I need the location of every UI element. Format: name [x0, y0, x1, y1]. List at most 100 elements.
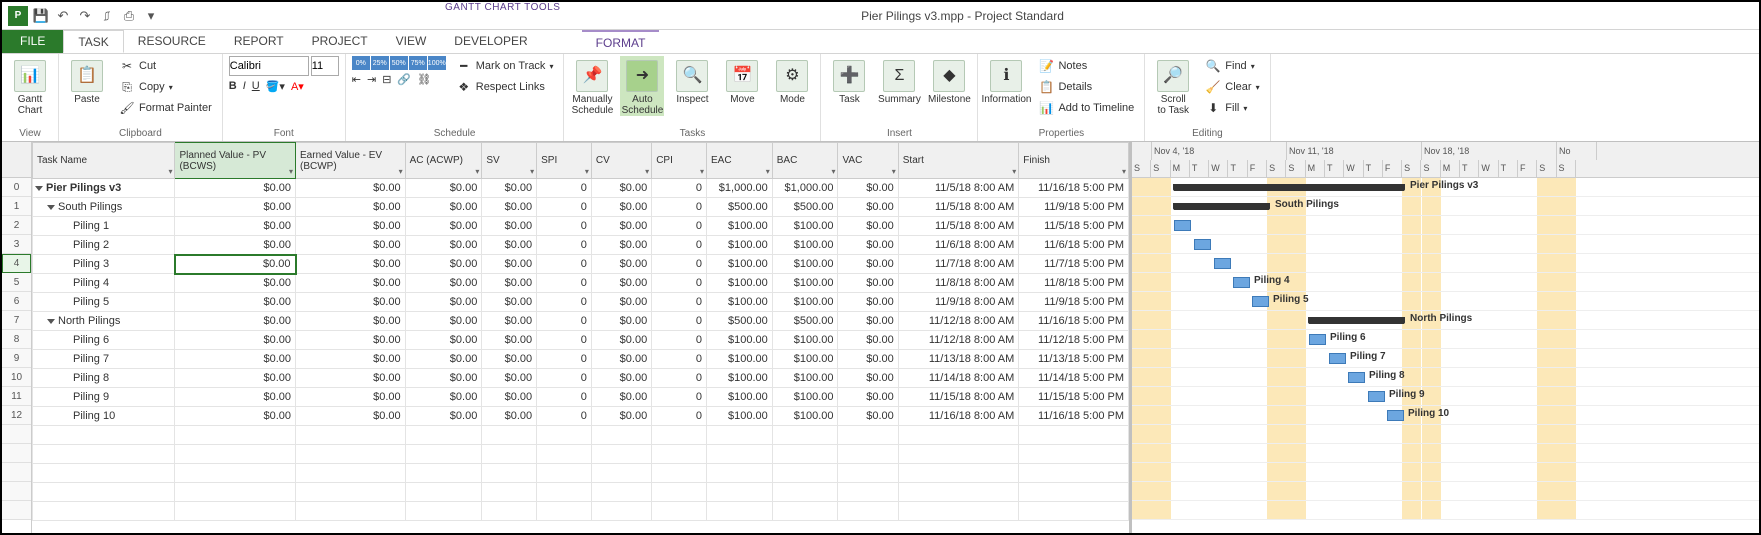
- cell-cpi[interactable]: 0: [652, 369, 707, 388]
- column-header-ev[interactable]: Earned Value - EV (BCWP)▾: [296, 143, 406, 179]
- cell-vac[interactable]: $0.00: [838, 217, 898, 236]
- notes-button[interactable]: 📝Notes: [1034, 56, 1138, 76]
- fill-button[interactable]: ⬇Fill▾: [1201, 98, 1263, 118]
- table-row[interactable]: Pier Pilings v3$0.00$0.00$0.00$0.000$0.0…: [33, 179, 1129, 198]
- cell-acwp[interactable]: $0.00: [405, 217, 482, 236]
- row-number[interactable]: 2: [2, 216, 31, 235]
- cell-name[interactable]: Piling 3: [33, 255, 175, 274]
- cell-acwp[interactable]: $0.00: [405, 407, 482, 426]
- task-bar[interactable]: [1233, 277, 1250, 288]
- gantt-row[interactable]: Piling 6: [1132, 330, 1759, 349]
- cell-bac[interactable]: $500.00: [772, 198, 838, 217]
- gantt-row[interactable]: [1132, 216, 1759, 235]
- cell-bac[interactable]: $100.00: [772, 236, 838, 255]
- cell-cv[interactable]: $0.00: [591, 312, 651, 331]
- cell-ev[interactable]: $0.00: [296, 255, 406, 274]
- task-bar[interactable]: [1309, 334, 1326, 345]
- scroll-to-task-button[interactable]: 🔎Scroll to Task: [1151, 56, 1195, 116]
- cell-eac[interactable]: $100.00: [706, 331, 772, 350]
- italic-button[interactable]: I: [243, 80, 246, 93]
- save-icon[interactable]: 💾: [32, 7, 50, 25]
- cell-eac[interactable]: $1,000.00: [706, 179, 772, 198]
- cell-pv[interactable]: $0.00: [175, 388, 296, 407]
- bold-button[interactable]: B: [229, 80, 237, 93]
- cell-name[interactable]: Piling 8: [33, 369, 175, 388]
- task-bar[interactable]: [1387, 410, 1404, 421]
- cell-start[interactable]: 11/15/18 8:00 AM: [898, 388, 1019, 407]
- cell-spi[interactable]: 0: [537, 179, 592, 198]
- gantt-row[interactable]: [1132, 254, 1759, 273]
- cell-start[interactable]: 11/16/18 8:00 AM: [898, 407, 1019, 426]
- cell-sv[interactable]: $0.00: [482, 255, 537, 274]
- cell-name[interactable]: Piling 10: [33, 407, 175, 426]
- row-number[interactable]: 11: [2, 387, 31, 406]
- column-header-pv[interactable]: Planned Value - PV (BCWS)▾: [175, 143, 296, 179]
- insert-milestone-button[interactable]: ◆Milestone: [927, 56, 971, 105]
- tab-project[interactable]: PROJECT: [298, 30, 382, 53]
- cell-spi[interactable]: 0: [537, 407, 592, 426]
- cell-cv[interactable]: $0.00: [591, 388, 651, 407]
- underline-button[interactable]: U: [252, 80, 260, 93]
- tab-developer[interactable]: DEVELOPER: [440, 30, 541, 53]
- cell-pv[interactable]: $0.00: [175, 236, 296, 255]
- task-bar[interactable]: [1252, 296, 1269, 307]
- summary-bar[interactable]: [1309, 317, 1404, 324]
- redo-icon[interactable]: ↷: [76, 7, 94, 25]
- column-header-eac[interactable]: EAC▾: [706, 143, 772, 179]
- cell-pv[interactable]: $0.00: [175, 217, 296, 236]
- cell-spi[interactable]: 0: [537, 350, 592, 369]
- gantt-row[interactable]: Piling 4: [1132, 273, 1759, 292]
- column-header-finish[interactable]: Finish▾: [1019, 143, 1129, 179]
- cell-eac[interactable]: $500.00: [706, 312, 772, 331]
- cell-bac[interactable]: $100.00: [772, 350, 838, 369]
- table-row[interactable]: Piling 9$0.00$0.00$0.00$0.000$0.000$100.…: [33, 388, 1129, 407]
- cell-vac[interactable]: $0.00: [838, 293, 898, 312]
- gantt-row[interactable]: Piling 9: [1132, 387, 1759, 406]
- column-header-name[interactable]: Task Name▾: [33, 143, 175, 179]
- cell-bac[interactable]: $100.00: [772, 388, 838, 407]
- cell-bac[interactable]: $100.00: [772, 369, 838, 388]
- cell-ev[interactable]: $0.00: [296, 198, 406, 217]
- cell-finish[interactable]: 11/16/18 5:00 PM: [1019, 179, 1129, 198]
- table-row[interactable]: Piling 6$0.00$0.00$0.00$0.000$0.000$100.…: [33, 331, 1129, 350]
- cell-sv[interactable]: $0.00: [482, 293, 537, 312]
- cell-finish[interactable]: 11/16/18 5:00 PM: [1019, 312, 1129, 331]
- cell-ev[interactable]: $0.00: [296, 293, 406, 312]
- tab-resource[interactable]: RESOURCE: [124, 30, 220, 53]
- information-button[interactable]: ℹInformation: [984, 56, 1028, 105]
- cell-start[interactable]: 11/5/18 8:00 AM: [898, 217, 1019, 236]
- cell-cpi[interactable]: 0: [652, 255, 707, 274]
- table-row[interactable]: Piling 3$0.00$0.00$0.00$0.000$0.000$100.…: [33, 255, 1129, 274]
- cell-cpi[interactable]: 0: [652, 293, 707, 312]
- gantt-row[interactable]: Piling 10: [1132, 406, 1759, 425]
- cell-start[interactable]: 11/12/18 8:00 AM: [898, 331, 1019, 350]
- cell-cv[interactable]: $0.00: [591, 198, 651, 217]
- spark-icon[interactable]: ⎎: [98, 7, 116, 25]
- cell-sv[interactable]: $0.00: [482, 331, 537, 350]
- tab-view[interactable]: VIEW: [382, 30, 441, 53]
- summary-bar[interactable]: [1174, 184, 1404, 191]
- task-bar[interactable]: [1348, 372, 1365, 383]
- cell-start[interactable]: 11/7/18 8:00 AM: [898, 255, 1019, 274]
- cell-start[interactable]: 11/6/18 8:00 AM: [898, 236, 1019, 255]
- manually-schedule-button[interactable]: 📌Manually Schedule: [570, 56, 614, 116]
- gantt-bars-area[interactable]: Pier Pilings v3South PilingsPiling 4Pili…: [1132, 178, 1759, 520]
- cell-eac[interactable]: $100.00: [706, 407, 772, 426]
- cell-cv[interactable]: $0.00: [591, 255, 651, 274]
- cell-eac[interactable]: $100.00: [706, 274, 772, 293]
- tab-task[interactable]: TASK: [63, 30, 123, 53]
- row-number[interactable]: 4: [2, 254, 31, 273]
- gantt-chart-button[interactable]: 📊 Gantt Chart: [8, 56, 52, 116]
- cell-finish[interactable]: 11/9/18 5:00 PM: [1019, 293, 1129, 312]
- table-row[interactable]: South Pilings$0.00$0.00$0.00$0.000$0.000…: [33, 198, 1129, 217]
- fill-color-button[interactable]: 🪣▾: [266, 80, 285, 93]
- cell-cv[interactable]: $0.00: [591, 274, 651, 293]
- cell-name[interactable]: Piling 7: [33, 350, 175, 369]
- cell-cv[interactable]: $0.00: [591, 293, 651, 312]
- summary-bar[interactable]: [1174, 203, 1269, 210]
- cell-start[interactable]: 11/12/18 8:00 AM: [898, 312, 1019, 331]
- task-bar[interactable]: [1329, 353, 1346, 364]
- cell-vac[interactable]: $0.00: [838, 407, 898, 426]
- cell-cpi[interactable]: 0: [652, 388, 707, 407]
- find-button[interactable]: 🔍Find▾: [1201, 56, 1263, 76]
